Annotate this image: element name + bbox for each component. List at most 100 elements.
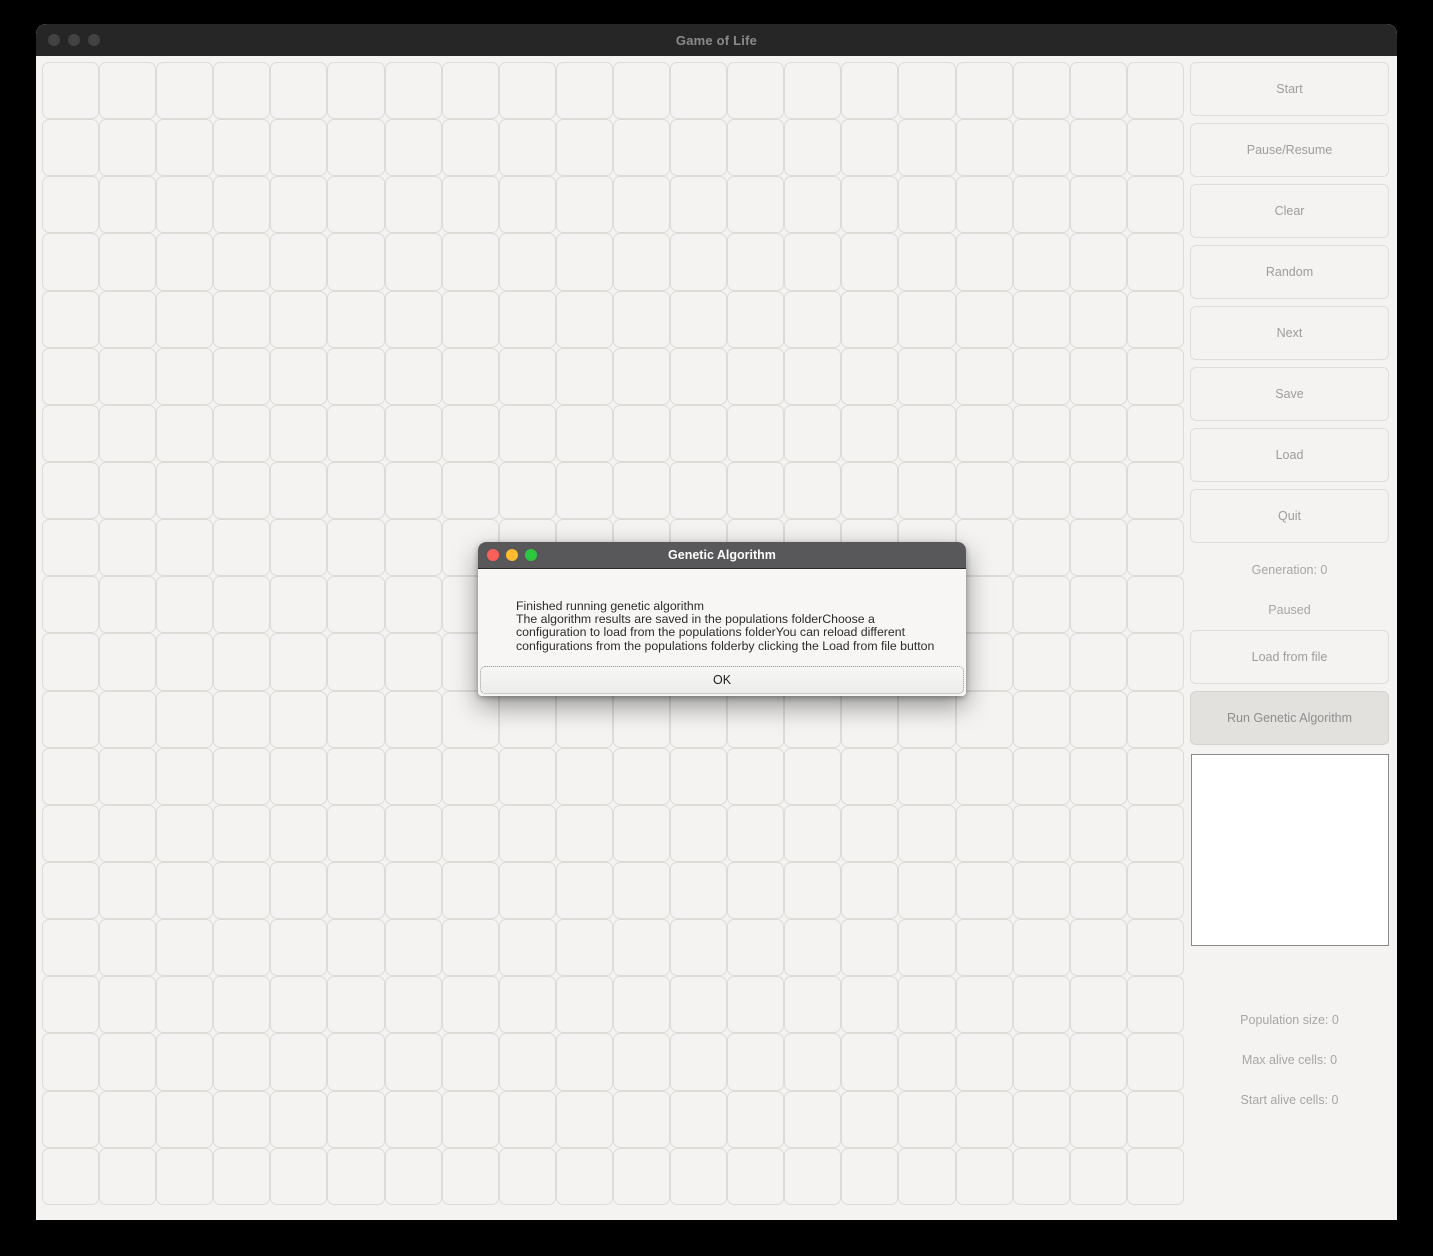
grid-cell[interactable] [327, 290, 385, 348]
grid-cell[interactable] [384, 976, 442, 1034]
grid-cell[interactable] [99, 804, 157, 862]
grid-cell[interactable] [42, 919, 100, 977]
grid-cell[interactable] [1012, 347, 1070, 405]
grid-cell[interactable] [42, 290, 100, 348]
grid-cell[interactable] [441, 461, 499, 520]
grid-cell[interactable] [213, 1090, 271, 1148]
quit-button[interactable]: Quit [1190, 489, 1389, 543]
grid-cell[interactable] [99, 633, 157, 691]
grid-cell[interactable] [898, 1090, 956, 1148]
grid-cell[interactable] [1126, 804, 1184, 862]
grid-cell[interactable] [327, 919, 385, 977]
start-button[interactable]: Start [1190, 62, 1389, 116]
grid-cell[interactable] [555, 747, 613, 805]
grid-cell[interactable] [441, 233, 499, 291]
grid-cell[interactable] [670, 919, 728, 977]
grid-cell[interactable] [612, 919, 671, 977]
grid-cell[interactable] [270, 1147, 328, 1205]
output-text-area[interactable] [1191, 754, 1389, 946]
grid-cell[interactable] [612, 690, 671, 748]
grid-cell[interactable] [441, 1147, 499, 1205]
grid-cell[interactable] [1126, 1090, 1184, 1148]
grid-cell[interactable] [898, 62, 956, 120]
grid-cell[interactable] [384, 633, 442, 691]
grid-cell[interactable] [1069, 804, 1127, 862]
grid-cell[interactable] [1012, 461, 1070, 520]
grid-cell[interactable] [1069, 690, 1127, 748]
grid-cell[interactable] [670, 119, 728, 177]
grid-cell[interactable] [384, 461, 442, 520]
grid-cell[interactable] [841, 861, 899, 920]
grid-cell[interactable] [841, 747, 899, 805]
grid-cell[interactable] [441, 404, 499, 462]
grid-cell[interactable] [156, 519, 214, 577]
grid-cell[interactable] [270, 404, 328, 462]
grid-cell[interactable] [841, 919, 899, 977]
grid-cell[interactable] [384, 919, 442, 977]
grid-cell[interactable] [955, 119, 1013, 177]
dialog-ok-button[interactable]: OK [480, 666, 964, 694]
grid-cell[interactable] [213, 576, 271, 634]
dialog-close-icon[interactable] [487, 549, 499, 561]
grid-cell[interactable] [270, 976, 328, 1034]
grid-cell[interactable] [213, 1033, 271, 1091]
grid-cell[interactable] [498, 747, 556, 805]
grid-cell[interactable] [612, 461, 671, 520]
grid-cell[interactable] [955, 861, 1013, 920]
grid-cell[interactable] [156, 919, 214, 977]
grid-cell[interactable] [1126, 1147, 1184, 1205]
grid-cell[interactable] [498, 976, 556, 1034]
grid-cell[interactable] [784, 290, 842, 348]
grid-cell[interactable] [327, 461, 385, 520]
grid-cell[interactable] [327, 976, 385, 1034]
grid-cell[interactable] [1012, 290, 1070, 348]
grid-cell[interactable] [441, 119, 499, 177]
grid-cell[interactable] [42, 519, 100, 577]
grid-cell[interactable] [1126, 919, 1184, 977]
grid-cell[interactable] [1012, 576, 1070, 634]
grid-cell[interactable] [727, 62, 785, 120]
grid-cell[interactable] [555, 290, 613, 348]
grid-cell[interactable] [213, 976, 271, 1034]
grid-cell[interactable] [670, 976, 728, 1034]
grid-cell[interactable] [498, 233, 556, 291]
grid-cell[interactable] [1012, 919, 1070, 977]
grid-cell[interactable] [384, 62, 442, 120]
grid-cell[interactable] [555, 233, 613, 291]
grid-cell[interactable] [898, 233, 956, 291]
grid-cell[interactable] [1012, 690, 1070, 748]
grid-cell[interactable] [1069, 861, 1127, 920]
grid-cell[interactable] [841, 119, 899, 177]
grid-cell[interactable] [1012, 119, 1070, 177]
grid-cell[interactable] [727, 119, 785, 177]
grid-cell[interactable] [99, 1090, 157, 1148]
grid-cell[interactable] [727, 176, 785, 234]
grid-cell[interactable] [555, 690, 613, 748]
grid-cell[interactable] [1069, 576, 1127, 634]
grid-cell[interactable] [1069, 290, 1127, 348]
grid-cell[interactable] [555, 804, 613, 862]
grid-cell[interactable] [1069, 747, 1127, 805]
grid-cell[interactable] [555, 176, 613, 234]
grid-cell[interactable] [156, 119, 214, 177]
grid-cell[interactable] [1012, 233, 1070, 291]
grid-cell[interactable] [784, 919, 842, 977]
grid-cell[interactable] [841, 1090, 899, 1148]
grid-cell[interactable] [784, 1033, 842, 1091]
grid-cell[interactable] [1126, 347, 1184, 405]
grid-cell[interactable] [955, 233, 1013, 291]
grid-cell[interactable] [784, 176, 842, 234]
grid-cell[interactable] [384, 576, 442, 634]
grid-cell[interactable] [156, 1033, 214, 1091]
grid-cell[interactable] [156, 690, 214, 748]
grid-cell[interactable] [99, 861, 157, 920]
grid-cell[interactable] [727, 690, 785, 748]
grid-cell[interactable] [327, 576, 385, 634]
grid-cell[interactable] [156, 1090, 214, 1148]
grid-cell[interactable] [213, 62, 271, 120]
grid-cell[interactable] [99, 290, 157, 348]
grid-cell[interactable] [99, 233, 157, 291]
grid-cell[interactable] [1069, 233, 1127, 291]
grid-cell[interactable] [327, 119, 385, 177]
grid-cell[interactable] [555, 1033, 613, 1091]
